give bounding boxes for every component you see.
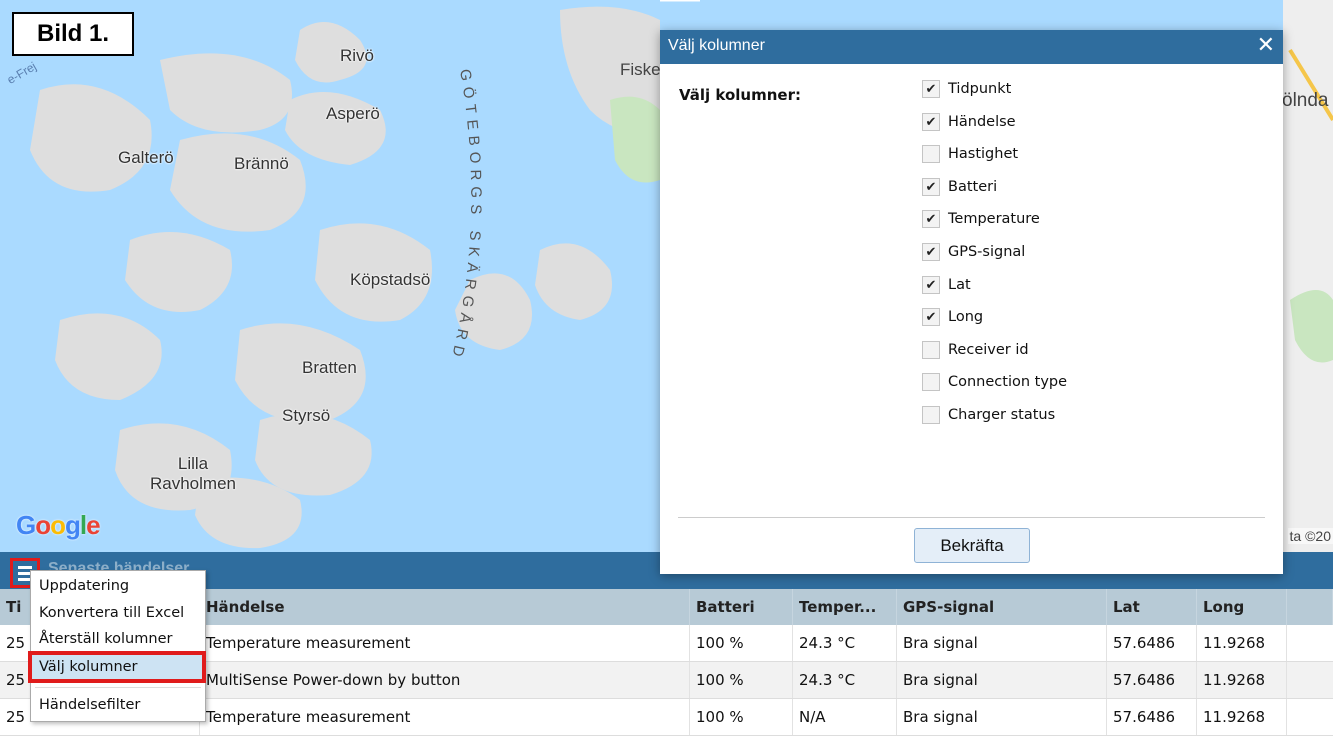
menu-item-konvertera-excel[interactable]: Konvertera till Excel <box>39 601 184 625</box>
dialog-columns-label: Välj kolumner: <box>679 86 801 104</box>
place-label-kopstadso: Köpstadsö <box>350 270 431 289</box>
place-label-branno: Brännö <box>234 154 289 173</box>
place-label-olnda: ölnda <box>1282 90 1329 111</box>
checkbox-checked[interactable]: ✔ <box>922 243 940 261</box>
cell-handelse: Temperature measurement <box>200 625 690 661</box>
menu-item-aterstall-kolumner[interactable]: Återställ kolumner <box>39 627 172 651</box>
context-menu: Uppdatering Konvertera till Excel Återst… <box>28 570 206 722</box>
menu-separator <box>35 687 201 688</box>
google-logo: Google <box>16 510 101 540</box>
cell-extra <box>1287 699 1333 735</box>
place-label-aspero: Asperö <box>326 104 380 123</box>
place-label-styrso: Styrsö <box>282 406 331 425</box>
svg-text:GÖTEBORGS SKÄRGÅRD: GÖTEBORGS SKÄRGÅRD <box>447 68 484 364</box>
cell-extra <box>1287 662 1333 698</box>
archipelago-label: GÖTEBORGS SKÄRGÅRD <box>447 68 484 364</box>
place-label-fiske: Fiske <box>620 60 661 79</box>
cell-temperature: N/A <box>793 699 897 735</box>
cell-extra <box>1287 625 1333 661</box>
menu-item-valj-kolumner[interactable]: Välj kolumner <box>39 655 138 679</box>
checkbox-checked[interactable]: ✔ <box>922 275 940 294</box>
cell-long: 11.9268 <box>1197 625 1287 661</box>
checkbox-checked[interactable]: ✔ <box>922 177 940 196</box>
place-label-lilla-ravholmen: Lilla Ravholmen <box>150 454 236 493</box>
column-header-gps-signal[interactable]: GPS-signal <box>897 589 1107 625</box>
checkbox-unchecked[interactable] <box>922 373 940 392</box>
place-label-galtero: Galterö <box>118 148 174 167</box>
cell-batteri: 100 % <box>690 625 793 661</box>
figure-label: Bild 1. <box>12 12 134 56</box>
checkbox-checked[interactable]: ✔ <box>922 210 940 229</box>
column-header-handelse[interactable]: Händelse <box>200 589 690 625</box>
column-option-label: Connection type <box>948 374 1068 391</box>
column-option-label: Hastighet <box>948 146 1019 163</box>
dialog-title: Välj kolumner <box>668 37 765 54</box>
checkbox-unchecked[interactable] <box>922 406 940 424</box>
close-icon[interactable]: ✕ <box>1257 33 1275 58</box>
choose-columns-dialog: Välj kolumner ✕ Välj kolumner: ✔ Tidpunkt… <box>660 30 1283 574</box>
place-label-bratten: Bratten <box>302 358 357 377</box>
column-option-label: Tidpunkt <box>948 81 1012 97</box>
cell-lat: 57.6486 <box>1107 662 1197 698</box>
checkbox-unchecked[interactable] <box>922 340 940 359</box>
cell-batteri: 100 % <box>690 699 793 735</box>
cell-batteri: 100 % <box>690 662 793 698</box>
cell-gps-signal: Bra signal <box>897 662 1107 698</box>
column-option-label: GPS-signal <box>948 244 1026 260</box>
column-header-extra <box>1287 589 1333 625</box>
cell-temperature: 24.3 °C <box>793 662 897 698</box>
menu-item-handelsefilter[interactable]: Händelsefilter <box>39 693 140 717</box>
map-attribution[interactable]: ta ©20 <box>1287 528 1333 544</box>
column-header-temperature[interactable]: Temper... <box>793 589 897 625</box>
column-option-label: Batteri <box>948 178 998 195</box>
column-option-label: Charger status <box>948 407 1056 423</box>
checkbox-checked[interactable]: ✔ <box>922 308 940 327</box>
menu-item-uppdatering[interactable]: Uppdatering <box>39 574 129 598</box>
column-option-label: Lat <box>948 276 971 293</box>
checkbox-checked[interactable]: ✔ <box>922 112 940 131</box>
cell-temperature: 24.3 °C <box>793 625 897 661</box>
checkbox-checked[interactable]: ✔ <box>922 80 940 98</box>
dialog-divider <box>678 517 1265 518</box>
cell-long: 11.9268 <box>1197 662 1287 698</box>
checkbox-unchecked[interactable] <box>922 145 940 164</box>
cell-long: 11.9268 <box>1197 699 1287 735</box>
cell-lat: 57.6486 <box>1107 699 1197 735</box>
cell-gps-signal: Bra signal <box>897 699 1107 735</box>
cell-gps-signal: Bra signal <box>897 625 1107 661</box>
column-option-label: Händelse <box>948 113 1016 130</box>
dialog-header: Välj kolumner ✕ <box>660 30 1283 64</box>
place-label-rivo: Rivö <box>340 46 375 65</box>
column-header-batteri[interactable]: Batteri <box>690 589 793 625</box>
confirm-button[interactable]: Bekräfta <box>914 528 1030 563</box>
column-option-label: Temperature <box>948 211 1040 228</box>
cell-lat: 57.6486 <box>1107 625 1197 661</box>
cell-handelse: Temperature measurement <box>200 699 690 735</box>
column-header-long[interactable]: Long <box>1197 589 1287 625</box>
column-option-label: Receiver id <box>948 341 1029 358</box>
cell-handelse: MultiSense Power-down by button <box>200 662 690 698</box>
column-option-label: Long <box>948 309 984 326</box>
column-header-lat[interactable]: Lat <box>1107 589 1197 625</box>
